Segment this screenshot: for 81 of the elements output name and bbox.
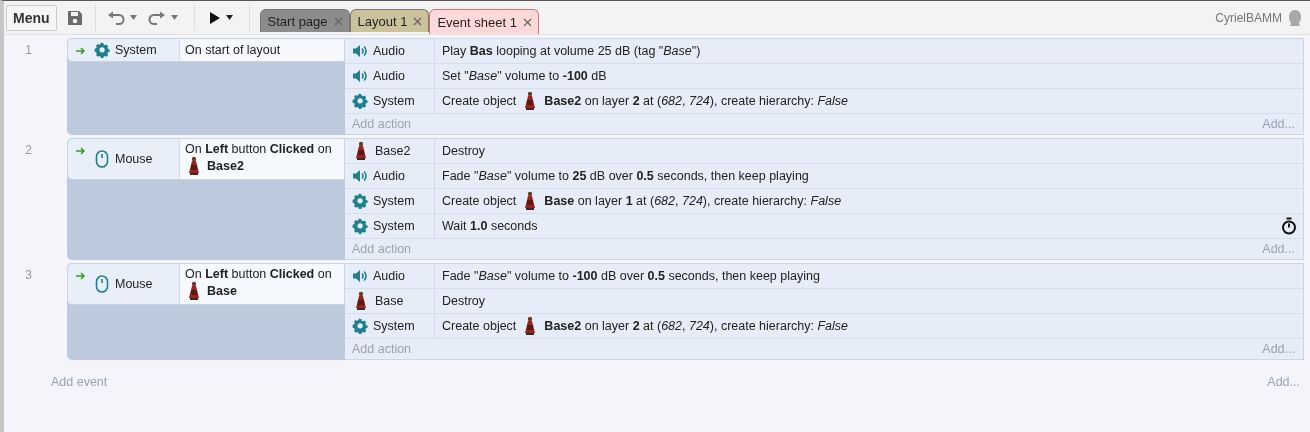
object-name: Audio: [373, 44, 405, 58]
action-row[interactable]: System Wait 1.0 seconds: [345, 214, 1303, 239]
condition-text: On Left button Clicked on: [185, 142, 332, 156]
gear-icon: [94, 42, 110, 58]
arrow-icon: [76, 272, 86, 280]
object-name: Audio: [373, 269, 405, 283]
action-text: Set "Base" volume to -100 dB: [442, 69, 607, 83]
figure-icon: [355, 291, 367, 311]
condition-row[interactable]: Mouse On Left button Clicked on Base2: [67, 138, 345, 180]
object-name: System: [373, 194, 415, 208]
arrow-icon: [76, 47, 86, 55]
action-row[interactable]: Base2 Destroy: [345, 139, 1303, 164]
action-text: Base2 on layer 2 at (682, 724), create hierarchy: False: [544, 319, 849, 333]
action-text: Base2 on layer 2 at (682, 724), create hierarchy: False: [544, 94, 849, 108]
object-name: Mouse: [115, 152, 153, 166]
action-text: Fade "Base" volume to 25 dB over 0.5 seconds, then keep playing: [442, 169, 809, 183]
figure-icon: [188, 281, 200, 301]
object-name: System: [115, 43, 157, 57]
condition-text: Base: [207, 284, 237, 298]
action-text: Create object: [442, 94, 517, 108]
action-text: Destroy: [442, 294, 486, 308]
tab[interactable]: Start page: [259, 9, 350, 32]
action-row[interactable]: Audio Set "Base" volume to -100 dB: [345, 64, 1303, 89]
figure-icon: [524, 191, 537, 211]
action-text: Wait 1.0 seconds: [442, 219, 538, 233]
gear-icon: [352, 318, 368, 334]
line-number: 2: [24, 142, 33, 159]
speaker-icon: [352, 68, 368, 84]
redo-icon[interactable]: [147, 10, 166, 25]
object-name: Base2: [375, 144, 411, 158]
action-row[interactable]: Base Destroy: [345, 289, 1303, 314]
close-icon[interactable]: [413, 16, 423, 26]
action-text: Create object: [442, 319, 517, 333]
line-number: 1: [24, 42, 33, 59]
figure-icon: [355, 141, 367, 161]
action-text: Destroy: [442, 144, 486, 158]
object-name: Audio: [373, 69, 405, 83]
object-name: System: [373, 319, 415, 333]
action-text: Create object: [442, 194, 517, 208]
figure-icon: [188, 156, 200, 176]
gear-icon: [352, 93, 368, 109]
action-row[interactable]: System Create object Base2 on layer 2 at (682, 724), create hierarchy: False: [345, 314, 1303, 339]
action-row[interactable]: Audio Play Bas looping at volume 25 dB (tag "Base"): [345, 39, 1303, 64]
condition-text: On start of layout: [185, 43, 281, 57]
gear-icon: [352, 218, 368, 234]
action-row[interactable]: Audio Fade "Base" volume to -100 dB over 0.5 seconds, then keep playing: [345, 264, 1303, 289]
undo-icon[interactable]: [106, 10, 125, 25]
condition-row[interactable]: Mouse On Left button Clicked on Base: [67, 263, 345, 305]
condition-text: On Left button Clicked on: [185, 267, 332, 281]
user-name[interactable]: CyrielBAMM: [1215, 10, 1282, 25]
action-row[interactable]: System Create object Base2 on layer 2 at (682, 724), create hierarchy: False: [345, 89, 1303, 114]
figure-icon: [524, 91, 537, 111]
save-icon[interactable]: [65, 8, 84, 27]
speaker-icon: [352, 43, 368, 59]
action-text: Base on layer 1 at (682, 724), create hierarchy: False: [544, 194, 842, 208]
object-name: System: [373, 219, 415, 233]
avatar-icon: [1288, 8, 1302, 27]
action-text: Fade "Base" volume to -100 dB over 0.5 seconds, then keep playing: [442, 269, 820, 283]
speaker-icon: [352, 268, 368, 284]
tab[interactable]: Layout 1: [349, 9, 430, 32]
play-icon[interactable]: [208, 10, 221, 25]
object-name: Base: [375, 294, 404, 308]
figure-icon: [524, 316, 537, 336]
object-name: System: [373, 94, 415, 108]
close-icon[interactable]: [522, 17, 532, 27]
menu-button[interactable]: Menu: [6, 4, 57, 31]
object-name: Mouse: [115, 277, 153, 291]
arrow-icon: [76, 147, 86, 155]
gear-icon: [352, 193, 368, 209]
line-number: 3: [24, 267, 33, 284]
action-row[interactable]: System Create object Base on layer 1 at (682, 724), create hierarchy: False: [345, 189, 1303, 214]
speaker-icon: [352, 168, 368, 184]
object-name: Audio: [373, 169, 405, 183]
condition-row[interactable]: System On start of layout: [67, 38, 345, 62]
mouse-icon: [94, 275, 110, 293]
condition-text: Base2: [207, 159, 244, 173]
caret-icon[interactable]: [225, 15, 233, 20]
mouse-icon: [94, 150, 110, 168]
action-row[interactable]: Audio Fade "Base" volume to 25 dB over 0.5 seconds, then keep playing: [345, 164, 1303, 189]
action-text: Play Bas looping at volume 25 dB (tag "Base"): [442, 44, 701, 58]
tab[interactable]: Event sheet 1: [429, 9, 539, 34]
